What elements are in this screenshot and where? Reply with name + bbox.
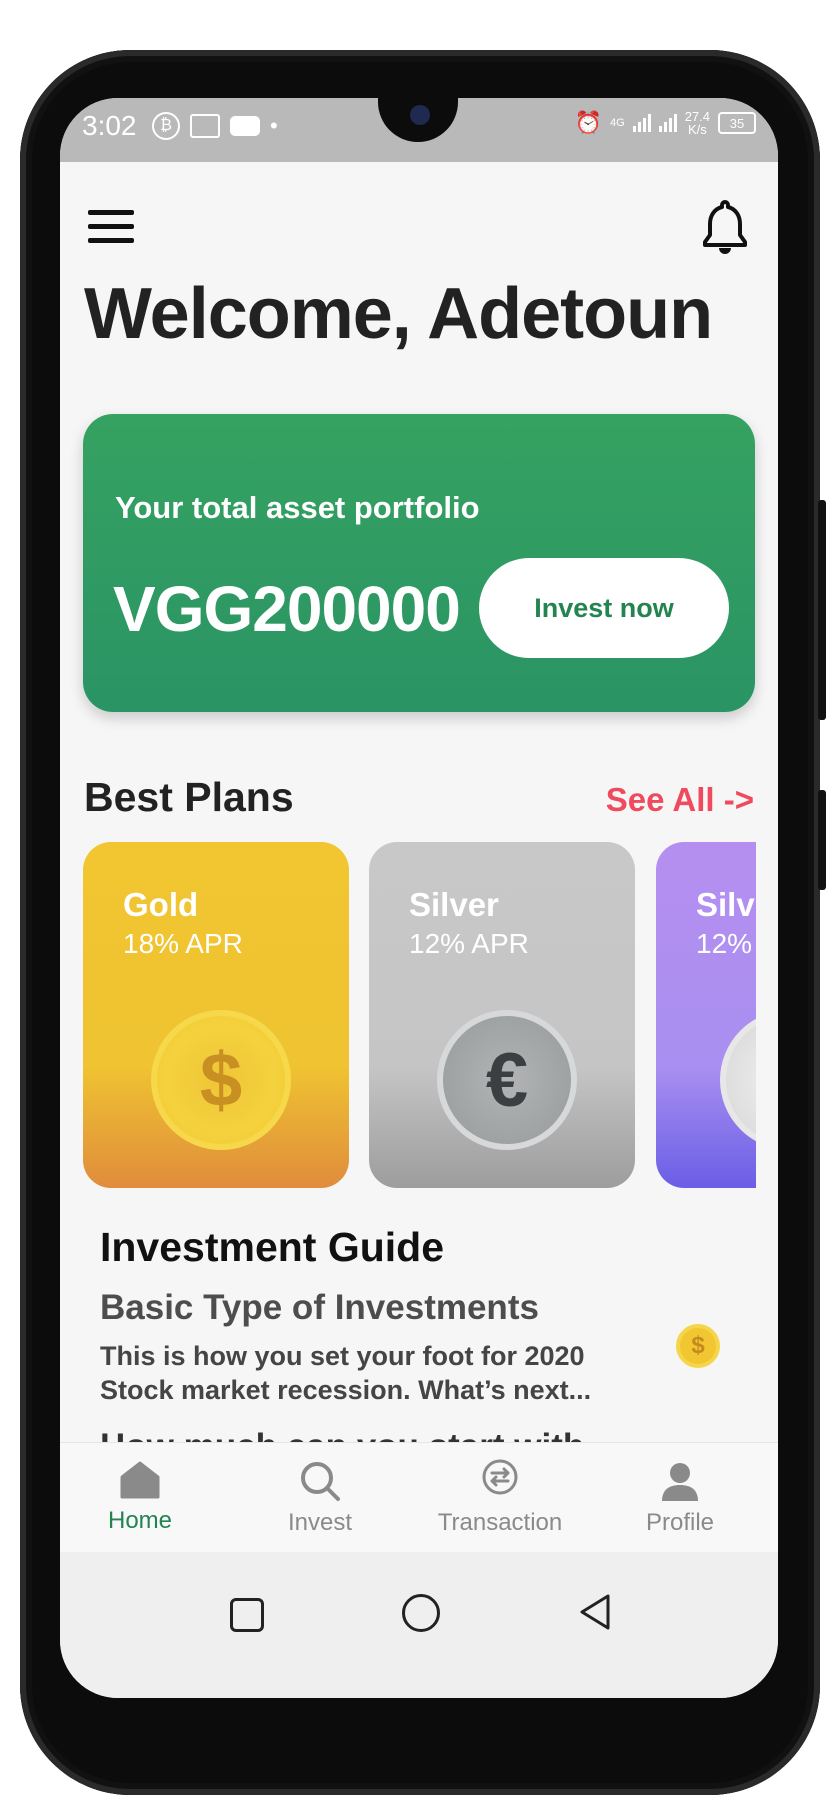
plan-name: Silver — [409, 886, 499, 923]
guide-article-description: This is how you set your foot for 2020 S… — [100, 1341, 592, 1405]
network-speed-unit: K/s — [687, 122, 707, 137]
investment-guide-title: Investment Guide — [100, 1224, 445, 1270]
portfolio-amount: VGG200000 — [113, 573, 461, 645]
welcome-heading: Welcome, Adetoun — [84, 274, 713, 354]
status-system-icons: ⏰ 4G 27.4 K/s 35 — [575, 110, 756, 136]
search-icon — [301, 1462, 340, 1501]
recent-apps-button[interactable] — [230, 1598, 264, 1632]
battery-icon: 35 — [718, 112, 756, 134]
bottom-navigation: Home Invest Transaction Profile — [60, 1442, 778, 1553]
plan-apr: 12% APR — [409, 928, 529, 959]
youtube-icon — [230, 116, 260, 136]
signal-icon — [632, 114, 651, 132]
plan-apr: 18% APR — [123, 928, 243, 959]
system-navigation-bar — [60, 1552, 778, 1698]
app-screen: 3:02 ₿ • ⏰ 4G 27.4 K/s 35 Welcome, Adetou… — [60, 98, 778, 1698]
nav-transaction[interactable]: Transaction — [420, 1459, 580, 1537]
dot-icon: • — [270, 113, 278, 138]
portfolio-card: Your total asset portfolio VGG200000 Inv… — [83, 414, 755, 712]
news-icon — [190, 114, 220, 138]
guide-article-title[interactable]: Basic Type of Investments — [100, 1288, 539, 1328]
nav-label-invest: Invest — [287, 1509, 353, 1536]
menu-icon[interactable] — [88, 210, 134, 244]
silver-coin-icon — [720, 1010, 756, 1150]
see-all-link[interactable]: See All -> — [606, 781, 754, 819]
network-speed: 27.4 K/s — [685, 110, 710, 136]
back-button[interactable] — [578, 1592, 612, 1632]
plan-card-silver-2[interactable]: Silver 12% APR — [656, 842, 756, 1188]
status-notification-icons: ₿ • — [152, 112, 278, 140]
portfolio-label: Your total asset portfolio — [115, 490, 480, 525]
invest-now-button[interactable]: Invest now — [479, 558, 729, 658]
euro-coin-icon: € — [437, 1010, 577, 1150]
dollar-coin-icon: $ — [151, 1010, 291, 1150]
plan-apr: 12% APR — [696, 928, 756, 959]
plans-carousel[interactable]: Gold 18% APR $ Silver 12% APR € Silver 1… — [83, 842, 756, 1188]
status-bar: 3:02 ₿ • ⏰ 4G 27.4 K/s 35 — [60, 98, 778, 162]
signal-icon-2 — [658, 114, 677, 132]
front-camera — [407, 102, 433, 128]
battery-level: 35 — [729, 115, 745, 131]
notification-bell-icon[interactable] — [702, 198, 748, 254]
dollar-coin-icon: $ — [676, 1324, 720, 1368]
power-button — [818, 790, 826, 890]
user-icon — [662, 1463, 698, 1501]
status-time: 3:02 — [82, 110, 137, 141]
volume-button — [818, 500, 826, 720]
home-icon — [120, 1461, 160, 1499]
plan-name: Gold — [123, 886, 199, 923]
network-type: 4G — [610, 117, 625, 129]
bitcoin-icon: ₿ — [152, 112, 180, 140]
plan-card-silver[interactable]: Silver 12% APR € — [369, 842, 635, 1188]
plan-card-gold[interactable]: Gold 18% APR $ — [83, 842, 349, 1188]
transfer-icon — [482, 1459, 518, 1495]
nav-label-transaction: Transaction — [437, 1509, 563, 1536]
alarm-icon: ⏰ — [574, 110, 602, 135]
nav-invest[interactable]: Invest — [240, 1459, 400, 1537]
best-plans-title: Best Plans — [84, 774, 294, 820]
nav-profile[interactable]: Profile — [600, 1459, 760, 1537]
nav-label-home: Home — [107, 1507, 173, 1534]
nav-home[interactable]: Home — [60, 1459, 220, 1535]
plan-name: Silver — [696, 886, 756, 923]
nav-label-profile: Profile — [645, 1509, 715, 1536]
home-button[interactable] — [402, 1594, 440, 1632]
